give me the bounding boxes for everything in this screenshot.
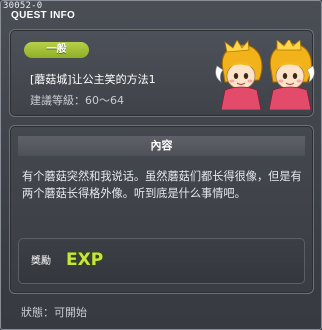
quest-category-badge: 一般 <box>24 42 89 58</box>
quest-status: 狀態：可開始 <box>21 304 87 320</box>
exp-icon: EXP <box>65 249 104 270</box>
status-label: 狀態： <box>21 306 54 319</box>
quest-content-panel: 內容 有个蘑菇突然和我说话。虽然蘑菇们都长得很像，但是有两个蘑菇长得格外像。听到… <box>9 125 314 294</box>
quest-name: [蘑菇城]让公主笑的方法1 <box>30 73 156 86</box>
reward-label: 獎勵 <box>31 256 51 267</box>
quest-info-window: 30052-0 QUEST INFO 一般 [蘑菇城]让公主笑的方法1 建議等級… <box>0 0 322 330</box>
reward-box: 獎勵 EXP <box>18 238 305 284</box>
quest-header-panel: 一般 [蘑菇城]让公主笑的方法1 建議等級：60～64 <box>9 29 315 117</box>
exp-text: EXP <box>66 250 103 270</box>
window-title: QUEST INFO <box>11 10 76 21</box>
twin-princess-portrait-icon <box>215 40 315 110</box>
status-value: 可開始 <box>54 306 87 319</box>
recommended-level: 建議等級：60～64 <box>30 92 124 108</box>
level-range: 60～64 <box>85 94 124 107</box>
level-label: 建議等級： <box>30 94 85 107</box>
content-heading: 內容 <box>18 136 305 156</box>
content-text: 有个蘑菇突然和我说话。虽然蘑菇们都长得很像，但是有两个蘑菇长得格外像。听到底是什… <box>22 170 302 200</box>
